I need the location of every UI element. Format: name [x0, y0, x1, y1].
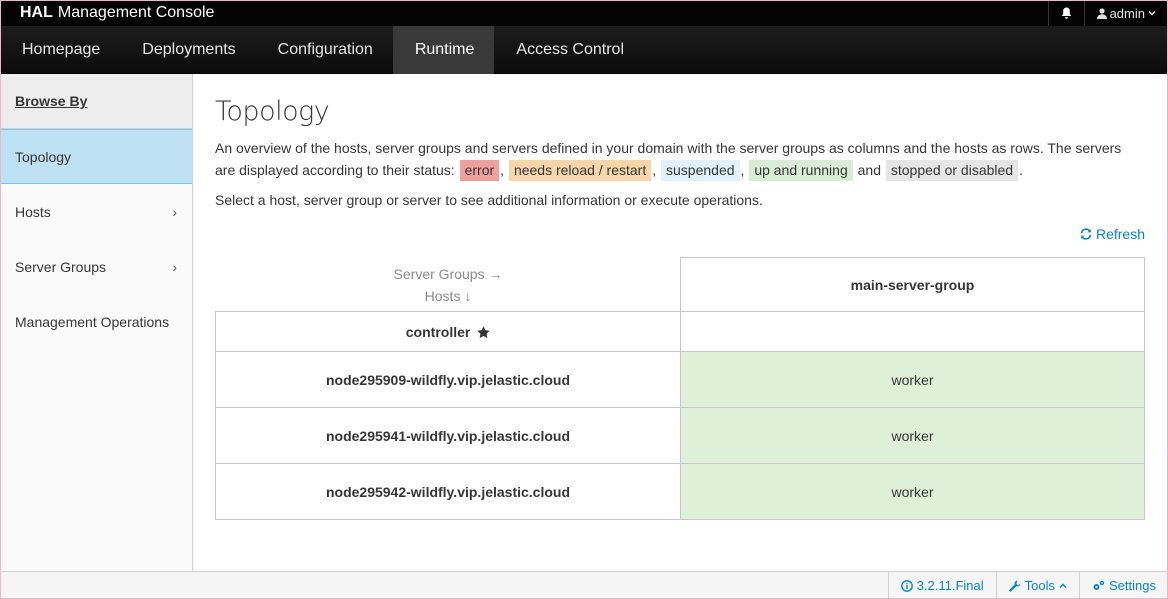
table-row: node295941-wildfly.vip.jelastic.cloud wo…	[215, 407, 1145, 464]
host-controller[interactable]: controller	[215, 311, 681, 352]
info-icon	[900, 579, 913, 592]
corner-server-groups: Server Groups →	[393, 265, 503, 282]
sidebar-item-topology[interactable]: Topology	[0, 129, 192, 184]
sidebar: Browse By Topology Hosts › Server Groups…	[0, 74, 193, 571]
status-stopped-badge: stopped or disabled	[885, 160, 1019, 181]
sidebar-item-label: Topology	[15, 148, 72, 165]
server-group-header[interactable]: main-server-group	[680, 257, 1145, 312]
chevron-down-icon	[1148, 10, 1156, 16]
host-cell[interactable]: node295941-wildfly.vip.jelastic.cloud	[215, 407, 681, 464]
nav-deployments[interactable]: Deployments	[120, 26, 255, 74]
sidebar-item-label: Server Groups	[15, 258, 107, 275]
page-title: Topology	[215, 96, 330, 127]
status-suspended-badge: suspended	[661, 160, 740, 181]
main-content: Topology An overview of the hosts, serve…	[215, 74, 1145, 520]
user-menu[interactable]: admin	[1083, 0, 1168, 26]
refresh-button[interactable]: Refresh	[1080, 226, 1145, 242]
status-reload-badge: needs reload / restart	[508, 160, 652, 181]
gears-icon	[1093, 580, 1105, 590]
corner-hosts: Hosts ↓	[424, 287, 472, 304]
tools-menu[interactable]: Tools	[995, 572, 1079, 599]
topology-description: An overview of the hosts, server groups …	[215, 137, 1145, 181]
settings-label: Settings	[1109, 578, 1156, 593]
table-row: node295909-wildfly.vip.jelastic.cloud wo…	[215, 351, 1145, 408]
topology-table: Server Groups → Hosts ↓ main-server-grou…	[215, 257, 1145, 520]
top-bar: HAL Management Console admin	[0, 0, 1168, 26]
controller-label: controller	[405, 323, 471, 340]
host-cell[interactable]: node295909-wildfly.vip.jelastic.cloud	[215, 351, 681, 408]
host-cell[interactable]: node295942-wildfly.vip.jelastic.cloud	[215, 463, 681, 520]
status-running-badge: up and running	[749, 160, 853, 181]
version-link[interactable]: 3.2.11.Final	[887, 572, 996, 599]
star-icon	[477, 325, 490, 338]
table-corner: Server Groups → Hosts ↓	[215, 257, 681, 312]
chevron-right-icon: ›	[172, 258, 177, 275]
sidebar-item-server-groups[interactable]: Server Groups ›	[0, 239, 192, 294]
chevron-up-icon	[1059, 582, 1067, 588]
server-cell[interactable]: worker	[680, 407, 1145, 464]
brand[interactable]: HAL Management Console	[20, 4, 214, 22]
brand-name: Management Console	[57, 4, 215, 21]
browse-by-heading[interactable]: Browse By	[0, 74, 192, 129]
tools-label: Tools	[1024, 578, 1056, 593]
user-name: admin	[1109, 5, 1145, 21]
main-nav: Homepage Deployments Configuration Runti…	[0, 26, 1168, 74]
select-hint: Select a host, server group or server to…	[215, 192, 763, 208]
sidebar-item-label: Hosts	[15, 203, 51, 220]
nav-homepage[interactable]: Homepage	[0, 26, 120, 74]
refresh-label: Refresh	[1095, 226, 1145, 242]
table-row: node295942-wildfly.vip.jelastic.cloud wo…	[215, 463, 1145, 520]
status-error-badge: error	[459, 160, 500, 181]
footer: 3.2.11.Final Tools Settings	[0, 571, 1168, 599]
user-icon	[1096, 7, 1107, 19]
sidebar-item-management-operations[interactable]: Management Operations	[0, 294, 192, 349]
nav-runtime[interactable]: Runtime	[392, 26, 495, 74]
and-word: and	[857, 162, 881, 178]
empty-cell	[680, 311, 1145, 352]
version-label: 3.2.11.Final	[916, 578, 984, 593]
notifications-button[interactable]	[1047, 0, 1084, 26]
nav-configuration[interactable]: Configuration	[256, 26, 393, 74]
refresh-icon	[1080, 228, 1092, 240]
brand-bold: HAL	[20, 4, 53, 21]
bell-icon	[1061, 7, 1071, 19]
server-cell[interactable]: worker	[680, 463, 1145, 520]
server-cell[interactable]: worker	[680, 351, 1145, 408]
chevron-right-icon: ›	[172, 203, 177, 220]
settings-link[interactable]: Settings	[1079, 572, 1168, 599]
sidebar-item-label: Management Operations	[15, 313, 170, 330]
wrench-icon	[1008, 580, 1021, 592]
sidebar-item-hosts[interactable]: Hosts ›	[0, 184, 192, 239]
nav-access-control[interactable]: Access Control	[494, 26, 644, 74]
